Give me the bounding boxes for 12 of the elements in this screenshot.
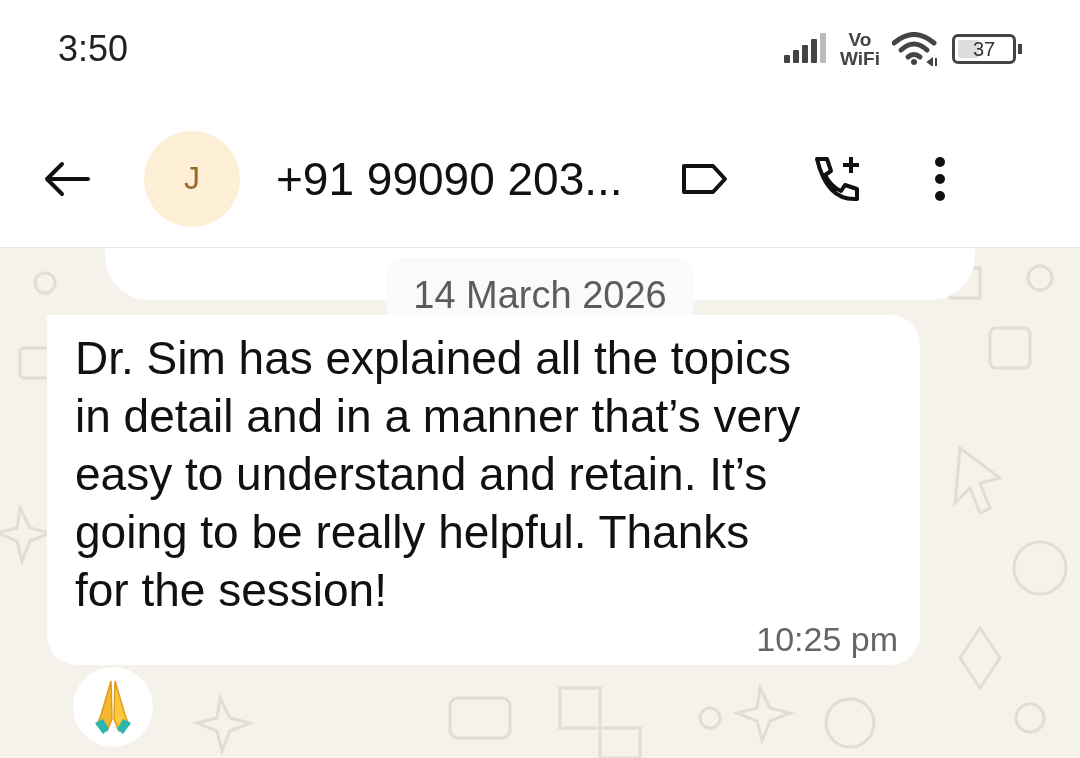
message-text: Dr. Sim has explained all the topics in detail and in a manner that’s very easy to understand and retain. It’s going to be really helpful. Thanks for the session!: [75, 331, 801, 618]
contact-name[interactable]: +91 99090 203...: [276, 151, 623, 206]
vowifi-label: Vo WiFi: [840, 30, 880, 68]
contact-avatar[interactable]: J: [144, 130, 240, 227]
message-bubble[interactable]: Dr. Sim has explained all the topics in detail and in a manner that’s very easy to understand and retain. It’s going to be really helpful. Thanks for the session! 10:25 pm: [47, 315, 920, 665]
wifi-icon: [892, 32, 940, 66]
status-time: 3:50: [58, 28, 129, 70]
signal-icon: [784, 33, 829, 65]
back-arrow-icon[interactable]: [44, 160, 90, 197]
message-time: 10:25 pm: [756, 619, 898, 659]
more-options-icon[interactable]: [932, 155, 947, 202]
praying-hands-icon: [93, 679, 133, 735]
